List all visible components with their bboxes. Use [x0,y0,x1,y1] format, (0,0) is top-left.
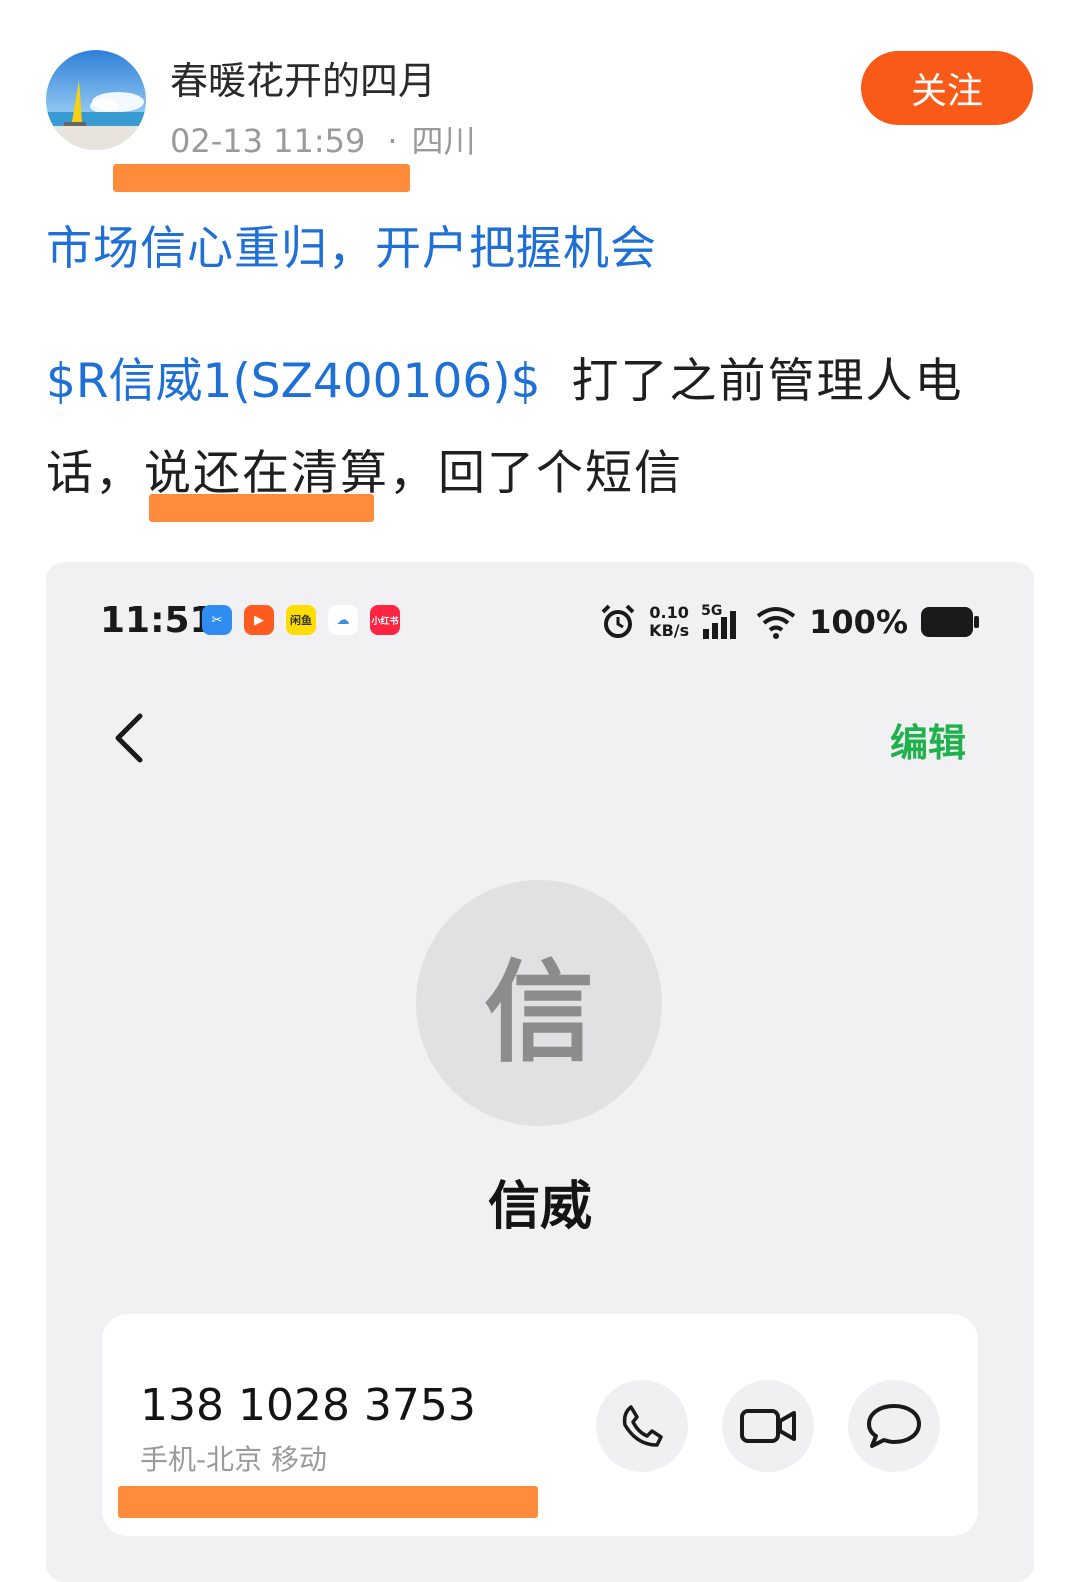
phone-icon [622,1405,663,1447]
cloud-app-icon: ☁ [328,605,358,635]
highlighted-text: 说还在清算 [144,446,389,501]
body-text: 打了之前管理人电 [571,354,964,409]
username[interactable]: 春暖花开的四月 [170,50,436,105]
post-body-line-2: 话，说还在清算，回了个短信 [46,434,683,503]
post-location: 四川 [411,122,476,160]
post-meta: 02-13 11:59 · 四川 [170,116,476,162]
wifi-icon [756,607,796,639]
meta-dot: · [387,122,398,160]
chat-bubble-icon [867,1404,921,1448]
status-time: 11:51 [100,600,215,641]
call-button[interactable] [596,1380,688,1472]
embedded-screenshot[interactable]: 11:51 ✂ ▶ 闲鱼 ☁ 小红书 0.10 KB/s 5G 100% 编辑 … [46,562,1034,1582]
highlight-mark [113,164,410,192]
highlight-mark [118,1486,538,1518]
phone-card: 138 1028 3753 手机-北京 移动 [102,1314,978,1536]
battery-percent: 100% [809,603,908,641]
net-speed: 0.10 KB/s [649,604,689,640]
net-speed-value: 0.10 [649,603,689,622]
scissor-app-icon: ✂ [202,605,232,635]
xianyu-app-icon: 闲鱼 [286,605,316,635]
contact-name: 信威 [487,1177,592,1237]
stock-tag-link[interactable]: $R信威1(SZ400106)$ [46,354,541,409]
post-timestamp: 02-13 11:59 [170,122,366,160]
body-text: 话， [46,446,144,501]
back-button[interactable] [102,702,162,772]
post-body-line-1: $R信威1(SZ400106)$ 打了之前管理人电 [46,342,963,411]
follow-button[interactable]: 关注 [861,51,1033,125]
signal-bars-icon [703,611,737,639]
video-app-icon: ▶ [244,605,274,635]
phone-type-label: 手机-北京 移动 [140,1443,328,1476]
beach-avatar-image [46,50,146,150]
chevron-left-icon [115,713,143,763]
video-camera-icon [740,1409,796,1443]
highlight-mark [149,494,374,522]
phone-number[interactable]: 138 1028 3753 [140,1380,476,1431]
post-headline[interactable]: 市场信心重归，开户把握机会 [46,212,657,278]
message-button[interactable] [848,1380,940,1472]
battery-icon [921,607,979,637]
cellular-signal: 5G [701,603,743,641]
xiaohongshu-app-icon: 小红书 [370,605,400,635]
contact-avatar: 信 [416,880,662,1126]
net-speed-unit: KB/s [649,621,690,640]
body-text: ，回了个短信 [389,446,683,501]
status-right: 0.10 KB/s 5G 100% [599,600,980,644]
user-avatar[interactable] [46,50,146,150]
alarm-icon [601,604,635,638]
edit-button[interactable]: 编辑 [890,712,966,767]
video-call-button[interactable] [722,1380,814,1472]
